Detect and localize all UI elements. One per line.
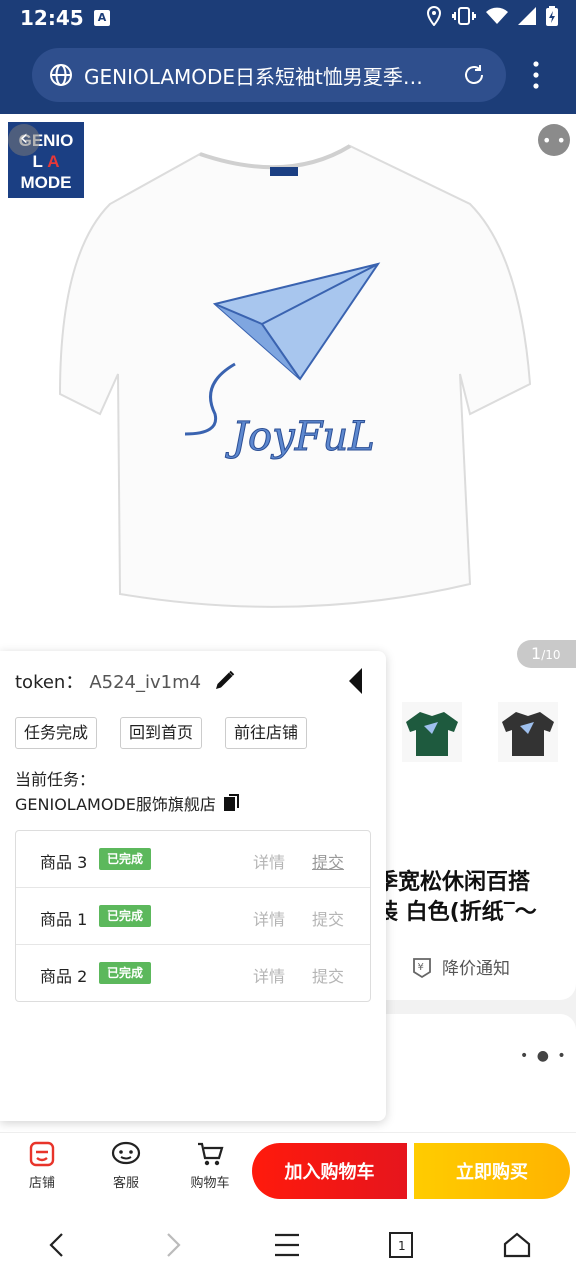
accessibility-icon: A (94, 10, 110, 26)
counter-current: 1 (531, 644, 542, 663)
product-title-line1: 季宽松休闲百搭 (376, 870, 531, 895)
task-detail-link[interactable]: 详情 (253, 963, 285, 987)
task-name: 商品 2 (40, 967, 88, 986)
location-icon (426, 6, 442, 26)
product-title: 季宽松休闲百搭 装 白色(折纸‾〜 (376, 868, 576, 928)
image-counter: 1/10 (517, 640, 576, 668)
add-to-cart-button[interactable]: 加入购物车 (252, 1143, 407, 1199)
service-label: 客服 (112, 1176, 139, 1191)
task-row: 商品 3 已完成 详情 提交 (16, 831, 370, 888)
thumbnail-green[interactable] (402, 702, 462, 762)
reload-icon[interactable] (460, 61, 488, 89)
back-icon[interactable]: ‹ (8, 124, 40, 156)
task-name: 商品 1 (40, 910, 88, 929)
task-row: 商品 2 已完成 详情 提交 (16, 945, 370, 1002)
service-chat-icon (111, 1141, 141, 1165)
status-icons (426, 6, 558, 26)
tshirt-green-icon (406, 712, 458, 756)
cart-action[interactable]: 购物车 (180, 1140, 240, 1191)
tshirt-illustration: JoyFuL (58, 144, 532, 608)
store-icon (29, 1141, 55, 1167)
nav-menu-icon[interactable] (270, 1228, 304, 1262)
cart-label: 购物车 (190, 1176, 230, 1191)
go-store-button[interactable]: 前往店铺 (225, 717, 308, 749)
product-image[interactable]: JoyFuL (0, 114, 576, 690)
svg-text:JoyFuL: JoyFuL (225, 414, 375, 460)
edit-pencil-icon[interactable] (213, 668, 237, 692)
vibrate-icon (452, 7, 476, 25)
price-tag-icon: ¥ (413, 957, 431, 978)
buy-now-button[interactable]: 立即购买 (414, 1143, 570, 1199)
task-detail-link[interactable]: 详情 (253, 849, 285, 873)
current-task-label: 当前任务： (15, 770, 96, 789)
price-notice-label: 降价通知 (442, 959, 510, 979)
battery-icon (546, 6, 558, 26)
token-value: A524_iv1m4 (89, 672, 202, 693)
tshirt-black-icon (502, 712, 554, 756)
task-name: 商品 3 (40, 853, 88, 872)
task-submit-link[interactable]: 提交 (312, 906, 344, 930)
wifi-icon (486, 7, 508, 24)
nav-tabs-icon[interactable]: 1 (384, 1228, 418, 1262)
globe-icon (50, 64, 72, 86)
svg-text:1: 1 (398, 1239, 406, 1253)
signal-icon (518, 7, 536, 25)
status-time: 12:45 (20, 6, 84, 30)
nav-home-icon[interactable] (500, 1228, 534, 1262)
nav-back-icon[interactable] (40, 1228, 74, 1262)
store-label: 店铺 (28, 1176, 55, 1191)
price-notice[interactable]: ¥ 降价通知 (410, 954, 510, 979)
back-home-button[interactable]: 回到首页 (120, 717, 203, 749)
task-row: 商品 1 已完成 详情 提交 (16, 888, 370, 945)
counter-total: /10 (541, 648, 561, 662)
current-task-shop: GENIOLAMODE服饰旗舰店 (15, 791, 242, 815)
thumbnail-black[interactable] (498, 702, 558, 762)
pager-dots-icon: • ● • (520, 1048, 568, 1064)
current-task-shop-name: GENIOLAMODE服饰旗舰店 (15, 795, 216, 814)
product-title-line2: 装 白色(折纸‾〜 (376, 900, 537, 925)
store-action[interactable]: 店铺 (12, 1140, 72, 1191)
url-bar[interactable]: GENIOLAMODE日系短袖t恤男夏季… (32, 48, 506, 102)
shopping-cart-icon (198, 1142, 224, 1166)
more-menu-icon[interactable] (528, 60, 544, 90)
task-submit-link[interactable]: 提交 (312, 963, 344, 987)
task-submit-link[interactable]: 提交 (312, 849, 344, 873)
task-list: 商品 3 已完成 详情 提交 商品 1 已完成 详情 提交 商品 2 已完成 详… (15, 830, 371, 1002)
more-dots-icon[interactable]: • • (538, 124, 570, 156)
task-detail-link[interactable]: 详情 (253, 906, 285, 930)
url-text[interactable]: GENIOLAMODE日系短袖t恤男夏季… (84, 61, 454, 90)
copy-icon[interactable] (222, 793, 242, 813)
status-badge: 已完成 (99, 905, 152, 927)
service-action[interactable]: 客服 (96, 1140, 156, 1191)
token-label: token： (15, 672, 84, 693)
nav-forward-icon[interactable] (156, 1228, 190, 1262)
token-row: token： A524_iv1m4 (15, 668, 201, 694)
status-badge: 已完成 (99, 848, 152, 870)
logo-line3: MODE (20, 173, 72, 192)
logo-line2-a: A (47, 152, 60, 171)
task-done-button[interactable]: 任务完成 (15, 717, 98, 749)
status-badge: 已完成 (99, 962, 152, 984)
svg-text:¥: ¥ (418, 962, 424, 973)
logo-line2-l: L (32, 152, 43, 171)
collapse-triangle-icon[interactable] (346, 666, 366, 696)
browser-top-bar: 12:45 A GENIOLAMODE日系短袖t恤男夏季… (0, 0, 576, 114)
